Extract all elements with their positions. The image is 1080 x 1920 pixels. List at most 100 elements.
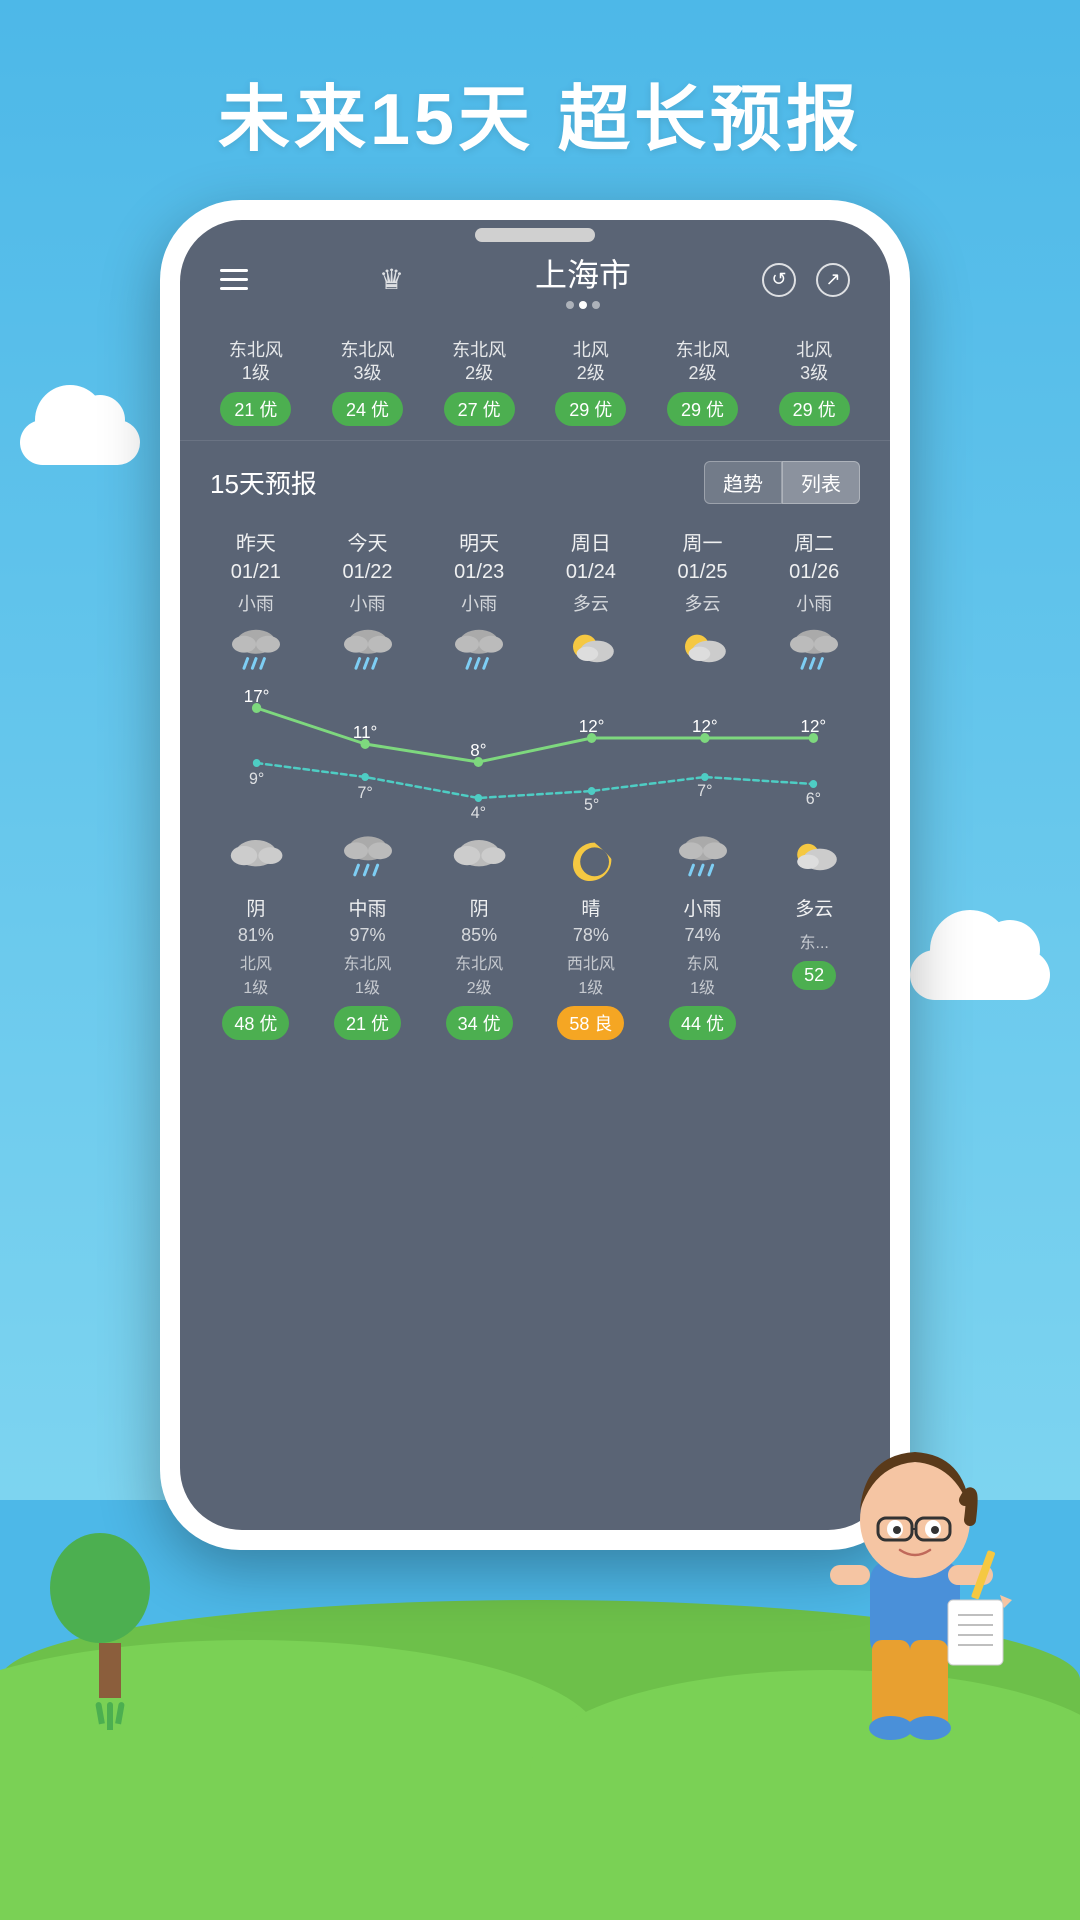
bottom-wind-2: 东北风1级 [344,950,392,998]
tree-decoration [60,1533,160,1730]
forecast-header: 15天预报 趋势 列表 [200,441,870,520]
city-section: 上海市 [535,250,631,309]
day-condition-3: 小雨 [461,590,497,616]
air-item-3: 东北风2级 27 优 [444,339,515,426]
bottom-condition-3: 阴 [470,894,489,921]
air-badge-2: 24 优 [332,392,403,426]
forecast-tab-trend[interactable]: 趋势 [704,461,782,504]
partly-cloudy-icon-5 [673,624,733,674]
rain-icon-b2 [338,832,398,882]
city-dot-2[interactable] [579,301,587,309]
bottom-forecast-row: 阴 81% 北风1级 48 优 [200,818,870,1040]
bottom-badge-2: 21 优 [334,1006,401,1040]
forecast-day-3: 明天01/23 小雨 [423,530,535,678]
svg-text:4°: 4° [471,802,486,817]
forecast-days-top: 昨天01/21 小雨 今天01 [200,520,870,678]
svg-text:5°: 5° [584,794,599,814]
svg-text:17°: 17° [244,688,270,706]
rain-icon-1 [226,624,286,674]
bottom-condition-1: 阴 [246,894,265,921]
city-dot-3[interactable] [592,301,600,309]
refresh-icon[interactable]: ↺ [762,263,796,297]
bottom-wind-4: 西北风1级 [567,950,615,998]
bottom-badge-6: 52 [792,961,836,990]
air-badge-6: 29 优 [779,392,850,426]
svg-text:6°: 6° [806,788,821,808]
city-dots [535,301,631,309]
air-wind-2: 东北风3级 [340,339,394,386]
svg-text:12°: 12° [692,715,718,736]
air-badge-4: 29 优 [555,392,626,426]
svg-text:7°: 7° [697,780,712,800]
rain-icon-6 [784,624,844,674]
air-wind-5: 东北风2级 [675,339,729,386]
bottom-badge-1: 48 优 [222,1006,289,1040]
day-condition-6: 小雨 [796,590,832,616]
forecast-day-1: 昨天01/21 小雨 [200,530,312,678]
air-item-1: 东北风1级 21 优 [220,339,291,426]
day-condition-2: 小雨 [350,590,386,616]
air-item-6: 北风3级 29 优 [779,339,850,426]
character-illustration [800,1380,1020,1780]
bottom-percent-5: 74% [685,925,721,946]
bottom-day-5: 小雨 74% 东风1级 44 优 [647,828,759,1040]
air-wind-4: 北风2级 [573,339,609,386]
bottom-wind-1: 北风1级 [240,950,272,998]
bottom-day-2: 中雨 97% 东北风1级 21 优 [312,828,424,1040]
bottom-condition-2: 中雨 [349,894,387,921]
svg-text:9°: 9° [249,768,264,788]
bottom-condition-5: 小雨 [684,894,722,921]
menu-icon[interactable] [220,269,248,290]
bottom-wind-6: 东... [800,929,829,953]
tree-top [50,1533,150,1643]
forecast-day-4: 周日01/24 多云 [535,530,647,678]
rain-icon-b5 [673,832,733,882]
forecast-tab-list[interactable]: 列表 [782,461,860,504]
air-item-4: 北风2级 29 优 [555,339,626,426]
day-label-5: 周一01/25 [677,530,727,586]
air-item-5: 东北风2级 29 优 [667,339,738,426]
bottom-day-4: 晴 78% 西北风1级 58 良 [535,828,647,1040]
city-dot-1[interactable] [566,301,574,309]
bottom-condition-6: 多云 [795,894,833,921]
rain-icon-2 [338,624,398,674]
top-icons: ↺ ↗ [762,263,850,297]
bottom-badge-4: 58 良 [557,1006,624,1040]
bottom-percent-1: 81% [238,925,274,946]
air-badge-3: 27 优 [444,392,515,426]
svg-text:12°: 12° [579,715,605,736]
day-label-2: 今天01/22 [342,530,392,586]
forecast-day-5: 周一01/25 多云 [647,530,759,678]
crown-icon: ♛ [379,263,404,296]
day-label-4: 周日01/24 [566,530,616,586]
svg-text:11°: 11° [353,721,377,742]
air-wind-6: 北风3级 [796,339,832,386]
svg-text:12°: 12° [801,715,827,736]
air-wind-3: 东北风2级 [452,339,506,386]
forecast-day-2: 今天01/22 小雨 [312,530,424,678]
phone-notch [475,228,595,242]
cloudy-icon-3 [449,832,509,882]
bottom-condition-4: 晴 [581,894,600,921]
bottom-badge-3: 34 优 [446,1006,513,1040]
tree-grass-small [60,1702,160,1730]
moon-icon-4 [561,832,621,882]
city-name: 上海市 [535,250,631,296]
bottom-day-1: 阴 81% 北风1级 48 优 [200,828,312,1040]
bottom-wind-3: 东北风2级 [455,950,503,998]
day-label-1: 昨天01/21 [231,530,281,586]
bottom-percent-4: 78% [573,925,609,946]
air-wind-1: 东北风1级 [229,339,283,386]
phone-frame: ♛ 上海市 ↺ ↗ 东北风1级 21 优 东北风3级 [160,200,910,1550]
bottom-percent-3: 85% [461,925,497,946]
day-condition-5: 多云 [685,590,721,616]
cloud-left [20,420,140,465]
phone-screen: ♛ 上海市 ↺ ↗ 东北风1级 21 优 东北风3级 [180,220,890,1530]
temperature-chart: 17° 11° 8° 12° 12° 12° 9° 7° 4° 5° 7° 6° [200,688,870,818]
bottom-badge-5: 44 优 [669,1006,736,1040]
forecast-tabs: 趋势 列表 [704,461,860,504]
bottom-percent-2: 97% [349,925,385,946]
day-condition-4: 多云 [573,590,609,616]
share-icon[interactable]: ↗ [816,263,850,297]
day-condition-1: 小雨 [238,590,274,616]
